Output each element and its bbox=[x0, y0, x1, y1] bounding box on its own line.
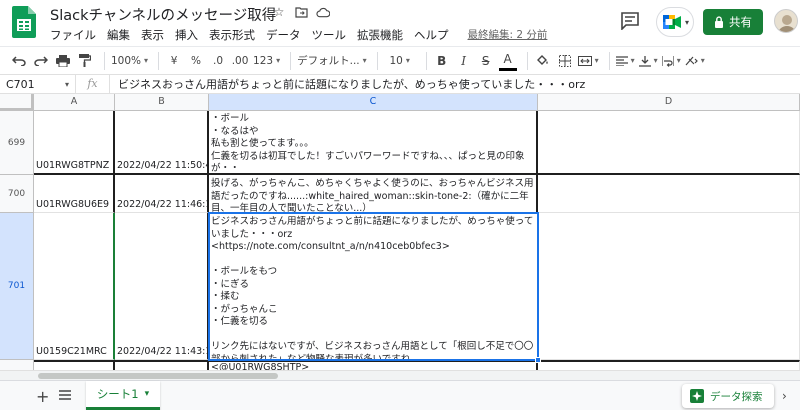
meet-icon bbox=[663, 15, 681, 29]
increase-decimal-button[interactable]: .00 bbox=[231, 51, 249, 71]
document-title[interactable]: Slackチャンネルのメッセージ取得 bbox=[50, 4, 276, 25]
menu-insert[interactable]: 挿入 bbox=[175, 27, 198, 43]
vertical-align-icon[interactable] bbox=[638, 51, 658, 71]
share-button[interactable]: 共有 bbox=[703, 9, 763, 35]
lock-icon bbox=[715, 16, 723, 28]
italic-button[interactable]: I bbox=[455, 51, 473, 71]
menu-help[interactable]: ヘルプ bbox=[414, 27, 449, 43]
menu-format[interactable]: 表示形式 bbox=[209, 27, 255, 43]
undo-icon[interactable] bbox=[10, 51, 28, 71]
print-icon[interactable] bbox=[54, 51, 72, 71]
row-header-700[interactable]: 700 bbox=[0, 175, 34, 213]
comment-history-icon[interactable] bbox=[620, 12, 640, 31]
font-family-select[interactable]: デフォルト... bbox=[297, 51, 367, 71]
table-cell[interactable]: <@U01RWG8SHTP> bbox=[209, 360, 538, 370]
spreadsheet-grid[interactable]: A B C D 699 U01RWG8TPNZ 2022/04/22 11:50… bbox=[0, 94, 800, 370]
table-cell[interactable] bbox=[538, 213, 800, 360]
sheet-tab-active[interactable]: シート1 ▾ bbox=[86, 381, 160, 410]
decrease-decimal-button[interactable]: .0 bbox=[209, 51, 227, 71]
table-cell[interactable]: 2022/04/22 11:46:17 bbox=[115, 175, 209, 213]
chevron-right-icon[interactable]: › bbox=[782, 389, 787, 403]
paint-format-icon[interactable] bbox=[76, 51, 94, 71]
chevron-down-icon: ▾ bbox=[64, 79, 69, 89]
percent-format-button[interactable]: % bbox=[187, 51, 205, 71]
cloud-status-icon[interactable] bbox=[316, 5, 330, 19]
fx-icon: fx bbox=[76, 75, 110, 93]
sheets-logo-icon[interactable] bbox=[12, 6, 36, 38]
table-cell[interactable]: U01RWG8U6E9 bbox=[34, 175, 115, 213]
strikethrough-button[interactable]: S bbox=[477, 51, 495, 71]
last-edit-link[interactable]: 最終編集: 2 分前 bbox=[468, 27, 548, 43]
sheet-tab-label: シート1 bbox=[96, 387, 139, 401]
star-icon[interactable]: ☆ bbox=[272, 5, 286, 19]
fill-color-icon[interactable] bbox=[534, 51, 552, 71]
all-sheets-icon[interactable] bbox=[58, 388, 72, 402]
fill-handle[interactable] bbox=[535, 357, 541, 363]
table-cell[interactable]: U0159C21MRC bbox=[34, 213, 115, 360]
table-cell[interactable]: ・ボール ・なるはや 私も割と使ってます。。。 仁義を切るは初耳でした！すごいパ… bbox=[209, 111, 538, 175]
scrollbar-thumb[interactable] bbox=[38, 373, 278, 379]
formula-input[interactable]: ビジネスおっさん用語がちょっと前に話題になりましたが、めっちゃ使っていました・・… bbox=[110, 76, 585, 92]
zoom-select[interactable]: 100% bbox=[111, 51, 148, 71]
horizontal-align-icon[interactable] bbox=[615, 51, 635, 71]
merge-cells-icon[interactable] bbox=[577, 51, 599, 71]
table-cell[interactable]: 2022/04/22 11:43:11 bbox=[115, 213, 209, 360]
table-cell[interactable] bbox=[538, 111, 800, 175]
row-header-699[interactable]: 699 bbox=[0, 111, 34, 175]
row-header-702[interactable] bbox=[0, 360, 34, 370]
column-header-a[interactable]: A bbox=[34, 94, 115, 111]
explore-button[interactable]: データ探索 bbox=[682, 384, 774, 408]
menu-data[interactable]: データ bbox=[266, 27, 301, 43]
toolbar: 100% ¥ % .0 .00 123 デフォルト... 10 B I S A bbox=[0, 46, 800, 74]
formula-bar: C701 ▾ fx ビジネスおっさん用語がちょっと前に話題になりましたが、めっち… bbox=[0, 74, 800, 94]
horizontal-scrollbar[interactable] bbox=[0, 370, 800, 380]
name-box[interactable]: C701 ▾ bbox=[0, 75, 76, 93]
meet-button[interactable]: ▾ bbox=[656, 7, 694, 37]
text-color-button[interactable]: A bbox=[498, 51, 517, 71]
share-label: 共有 bbox=[729, 15, 752, 29]
table-cell[interactable] bbox=[34, 360, 115, 370]
table-cell[interactable]: 2022/04/22 11:50:42 bbox=[115, 111, 209, 175]
currency-format-button[interactable]: ¥ bbox=[165, 51, 183, 71]
column-header-c[interactable]: C bbox=[209, 94, 538, 111]
table-cell[interactable]: 投げる、がっちゃんこ、めちゃくちゃよく使うのに、おっちゃんビジネス用語だったので… bbox=[209, 175, 538, 213]
text-wrap-icon[interactable] bbox=[661, 51, 681, 71]
explore-label: データ探索 bbox=[710, 390, 763, 403]
bold-button[interactable]: B bbox=[433, 51, 451, 71]
table-cell[interactable] bbox=[115, 360, 209, 370]
menu-bar: ファイル 編集 表示 挿入 表示形式 データ ツール 拡張機能 ヘルプ 最終編集… bbox=[50, 27, 547, 43]
chevron-down-icon[interactable]: ▾ bbox=[145, 389, 150, 399]
text-rotation-icon[interactable] bbox=[685, 51, 705, 71]
menu-file[interactable]: ファイル bbox=[50, 27, 96, 43]
sheet-bar: + シート1 ▾ データ探索 › bbox=[0, 380, 800, 410]
menu-tools[interactable]: ツール bbox=[312, 27, 347, 43]
menu-edit[interactable]: 編集 bbox=[107, 27, 130, 43]
column-header-b[interactable]: B bbox=[115, 94, 209, 111]
title-bar: Slackチャンネルのメッセージ取得 ☆ ファイル 編集 表示 挿入 表示形式 … bbox=[0, 0, 800, 44]
menu-extensions[interactable]: 拡張機能 bbox=[357, 27, 403, 43]
menu-view[interactable]: 表示 bbox=[141, 27, 164, 43]
chevron-down-icon: ▾ bbox=[685, 17, 690, 27]
column-header-d[interactable]: D bbox=[538, 94, 800, 111]
select-all-corner[interactable] bbox=[0, 94, 34, 111]
more-formats-select[interactable]: 123 bbox=[253, 51, 280, 71]
borders-icon[interactable] bbox=[556, 51, 574, 71]
table-cell[interactable]: U01RWG8TPNZ bbox=[34, 111, 115, 175]
active-cell[interactable]: ビジネスおっさん用語がちょっと前に話題になりましたが、めっちゃ使っていました・・… bbox=[209, 213, 538, 360]
row-header-701[interactable]: 701 bbox=[0, 213, 34, 360]
move-folder-icon[interactable] bbox=[294, 5, 308, 19]
cell-reference: C701 bbox=[6, 77, 35, 91]
font-size-select[interactable]: 10 bbox=[384, 51, 416, 71]
table-cell[interactable] bbox=[538, 360, 800, 370]
redo-icon[interactable] bbox=[32, 51, 50, 71]
avatar[interactable] bbox=[774, 9, 798, 33]
add-sheet-icon[interactable]: + bbox=[36, 387, 49, 406]
table-cell[interactable] bbox=[538, 175, 800, 213]
explore-icon bbox=[690, 389, 704, 403]
